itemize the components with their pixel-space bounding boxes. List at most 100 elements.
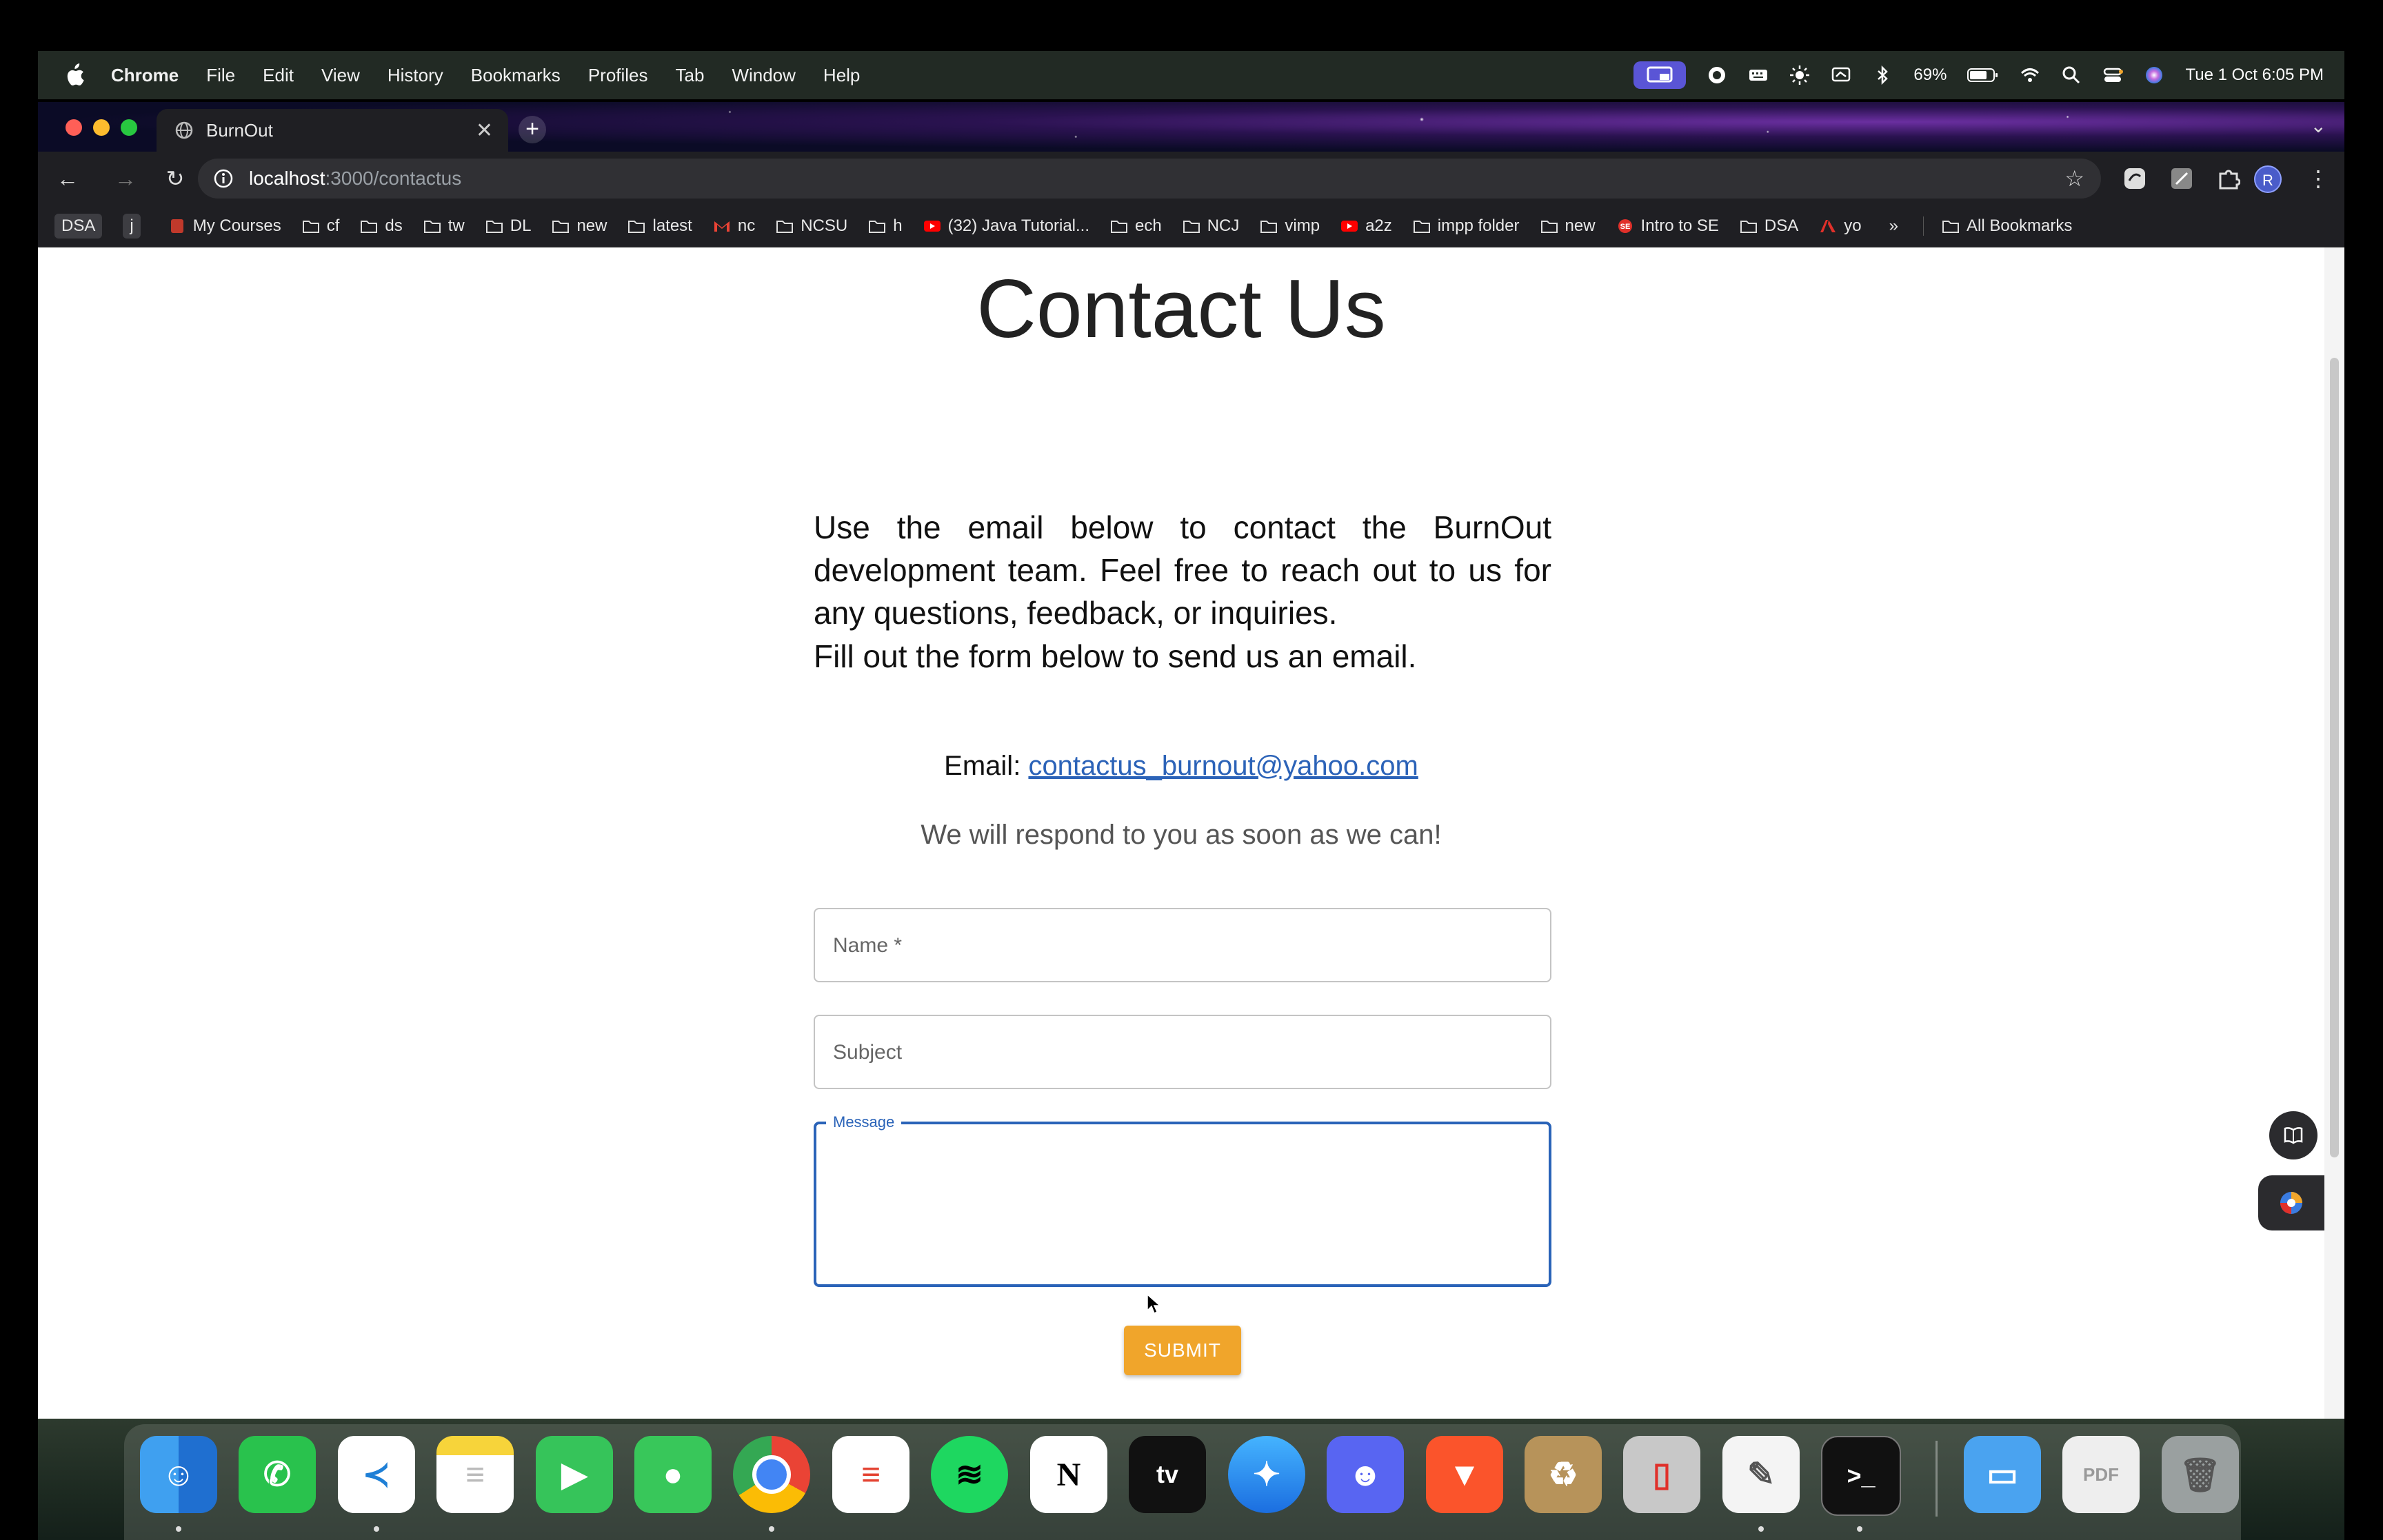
facetime-icon[interactable]: ▶ — [536, 1436, 613, 1513]
brightness-icon[interactable] — [1789, 65, 1810, 85]
chrome-icon[interactable] — [733, 1436, 810, 1513]
bluetooth-icon[interactable] — [1872, 65, 1893, 85]
window-zoom-button[interactable] — [121, 119, 137, 136]
spotify-icon[interactable]: ≋ — [931, 1436, 1008, 1513]
record-icon[interactable] — [1707, 65, 1727, 85]
iphone-mirroring-icon[interactable]: ▯ — [1623, 1436, 1700, 1513]
menu-file[interactable]: File — [206, 65, 235, 86]
menu-tab[interactable]: Tab — [676, 65, 705, 86]
bookmark-folder-dsa[interactable]: DSA — [1740, 216, 1798, 236]
bookmark-folder-new-2[interactable]: new — [1540, 216, 1596, 236]
menu-window[interactable]: Window — [732, 65, 795, 86]
extension-grammar-icon[interactable] — [2123, 167, 2146, 190]
forward-arrow-icon[interactable]: → — [114, 167, 137, 190]
reader-mode-button[interactable] — [2269, 1111, 2317, 1159]
profile-avatar[interactable]: R — [2254, 165, 2282, 193]
bookmark-java-tutorial[interactable]: (32) Java Tutorial... — [923, 216, 1089, 236]
bookmark-yo[interactable]: yo — [1819, 216, 1862, 236]
safari-icon[interactable]: ✦ — [1228, 1436, 1305, 1513]
bookmark-intro-to-se[interactable]: SE Intro to SE — [1616, 216, 1719, 236]
bookmark-folder-new[interactable]: new — [552, 216, 607, 236]
bookmark-nc[interactable]: nc — [713, 216, 755, 236]
respond-note: We will respond to you as soon as we can… — [921, 820, 1442, 850]
extensions-puzzle-icon[interactable] — [2217, 167, 2240, 190]
name-field[interactable]: Name * — [814, 908, 1551, 982]
bookmark-folder-cf[interactable]: cf — [302, 216, 339, 236]
window-minimize-button[interactable] — [93, 119, 110, 136]
back-arrow-icon[interactable]: ← — [56, 167, 79, 190]
archive-utility-icon[interactable]: ♻ — [1525, 1436, 1602, 1513]
tab-close-icon[interactable]: ✕ — [476, 119, 493, 143]
battery-icon[interactable] — [1967, 67, 1999, 83]
menubar-datetime[interactable]: Tue 1 Oct 6:05 PM — [2185, 65, 2324, 85]
bookmark-a2z[interactable]: a2z — [1340, 216, 1392, 236]
reload-icon[interactable]: ↻ — [163, 167, 187, 190]
notion-icon[interactable]: N — [1030, 1436, 1107, 1513]
window-close-button[interactable] — [66, 119, 82, 136]
name-input[interactable] — [815, 909, 1550, 981]
bookmark-folder-impp[interactable]: impp folder — [1413, 216, 1520, 236]
textedit-icon[interactable]: ✎ — [1722, 1436, 1800, 1513]
vscode-icon[interactable]: ≺ — [338, 1436, 415, 1513]
new-tab-button[interactable]: + — [519, 116, 546, 143]
messages-icon[interactable]: ● — [634, 1436, 712, 1513]
bookmark-folder-h[interactable]: h — [868, 216, 903, 236]
bookmark-folder-latest[interactable]: latest — [627, 216, 692, 236]
bookmark-dsa-badge[interactable]: DSA — [54, 214, 103, 239]
menu-history[interactable]: History — [388, 65, 443, 86]
menu-help[interactable]: Help — [823, 65, 860, 86]
extension-pen-icon[interactable] — [2170, 167, 2193, 190]
terminal-icon[interactable]: >_ — [1821, 1436, 1901, 1516]
assistant-side-button[interactable] — [2258, 1175, 2327, 1230]
trash-icon[interactable]: 🗑 — [2162, 1436, 2239, 1513]
notes-icon[interactable]: ≡ — [436, 1436, 514, 1513]
files-folder-icon[interactable]: ▭ — [1964, 1436, 2041, 1513]
bookmark-folder-ncj[interactable]: NCJ — [1183, 216, 1239, 236]
browser-tab-active[interactable]: BurnOut ✕ — [157, 109, 508, 152]
bookmark-folder-vimp[interactable]: vimp — [1260, 216, 1320, 236]
screen-mirroring-icon[interactable] — [1633, 61, 1687, 89]
wifi-icon[interactable] — [2020, 65, 2040, 85]
bookmark-folder-tw[interactable]: tw — [423, 216, 465, 236]
bookmark-folder-ds[interactable]: ds — [360, 216, 403, 236]
browser-menu-icon[interactable]: ⋮ — [2306, 167, 2330, 190]
bookmark-j-badge[interactable]: j — [123, 214, 141, 239]
menu-bookmarks[interactable]: Bookmarks — [471, 65, 561, 86]
email-link[interactable]: contactus_burnout@yahoo.com — [1028, 751, 1418, 781]
pdf-document-icon[interactable]: PDF — [2062, 1436, 2140, 1513]
bookmark-folder-ncsu[interactable]: NCSU — [776, 216, 847, 236]
all-bookmarks-button[interactable]: All Bookmarks — [1923, 216, 2072, 236]
bookmark-folder-dl[interactable]: DL — [485, 216, 531, 236]
brave-icon[interactable]: ▼ — [1426, 1436, 1503, 1513]
submit-button[interactable]: SUBMIT — [1124, 1326, 1241, 1375]
message-textarea[interactable] — [816, 1124, 1551, 1287]
menu-profiles[interactable]: Profiles — [588, 65, 648, 86]
tab-search-chevron-icon[interactable]: ⌄ — [2311, 114, 2326, 137]
todoist-icon[interactable]: ≡ — [832, 1436, 909, 1513]
bookmark-folder-ech[interactable]: ech — [1110, 216, 1162, 236]
keyboard-icon[interactable] — [1748, 65, 1769, 85]
siri-icon[interactable] — [2144, 65, 2164, 85]
subject-field[interactable]: Subject — [814, 1015, 1551, 1089]
address-bar[interactable]: localhost:3000/contactus ☆ — [198, 159, 2101, 199]
menu-chrome[interactable]: Chrome — [111, 65, 179, 86]
bookmarks-overflow-button[interactable]: » — [1889, 216, 1898, 236]
finder-icon[interactable]: ☺ — [140, 1436, 217, 1513]
whatsapp-icon[interactable]: ✆ — [239, 1436, 316, 1513]
apple-icon[interactable] — [64, 63, 85, 87]
bookmark-my-courses[interactable]: My Courses — [168, 216, 281, 236]
menu-edit[interactable]: Edit — [263, 65, 294, 86]
search-icon[interactable] — [2061, 65, 2082, 85]
apple-tv-icon[interactable]: tv — [1129, 1436, 1206, 1513]
message-field[interactable]: Message — [814, 1113, 1551, 1287]
page-scrollbar[interactable] — [2324, 247, 2344, 1419]
discord-icon[interactable]: ☻ — [1327, 1436, 1404, 1513]
subject-input[interactable] — [815, 1016, 1550, 1088]
display-icon[interactable] — [1831, 65, 1851, 85]
site-info-icon[interactable] — [213, 168, 234, 189]
finder-running-indicator — [176, 1526, 181, 1532]
bookmark-star-icon[interactable]: ☆ — [2064, 165, 2084, 192]
control-center-icon[interactable] — [2102, 65, 2124, 85]
scrollbar-thumb[interactable] — [2330, 358, 2339, 1157]
menu-view[interactable]: View — [321, 65, 360, 86]
